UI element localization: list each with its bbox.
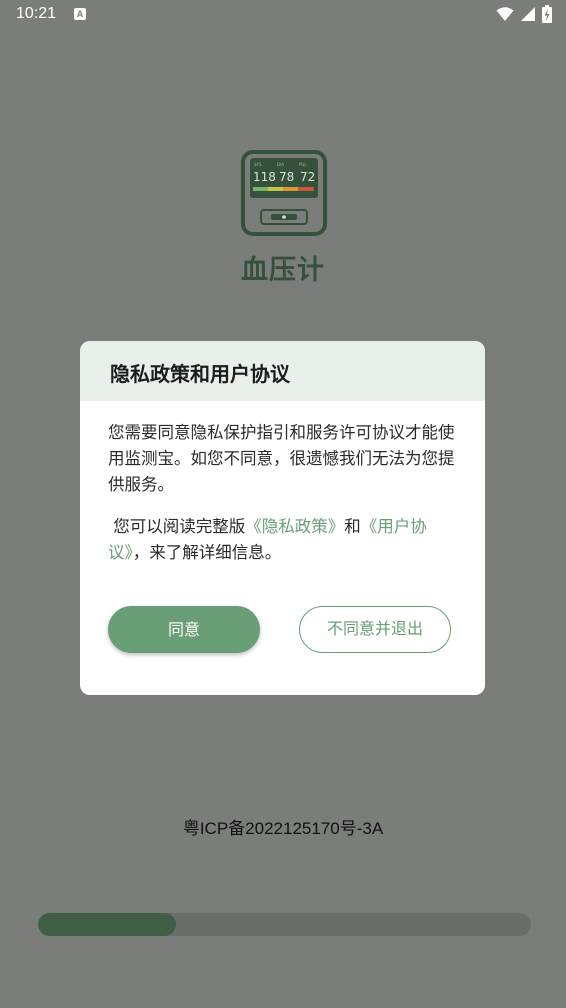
logo-reading-dia: 78 bbox=[279, 170, 294, 184]
icp-license: 粤ICP备2022125170号-3A bbox=[182, 819, 384, 838]
battery-charging-icon bbox=[542, 5, 552, 23]
dialog-message: 您需要同意隐私保护指引和服务许可协议才能使用监测宝。如您不同意，很遗憾我们无法为… bbox=[108, 423, 455, 494]
privacy-policy-link[interactable]: 《隐私政策》 bbox=[245, 517, 344, 536]
loading-progress-bar bbox=[38, 913, 531, 936]
blood-pressure-monitor-icon: SYS DIA PUL 118 78 72 bbox=[241, 150, 327, 236]
logo-label-pul: PUL bbox=[299, 162, 307, 167]
dialog-title: 隐私政策和用户协议 bbox=[110, 362, 290, 386]
a-icon: A bbox=[74, 8, 86, 20]
links-prefix: 您可以阅读完整版 bbox=[113, 517, 246, 536]
logo-reading-pul: 72 bbox=[300, 170, 315, 184]
links-suffix: ，来了解详细信息。 bbox=[132, 543, 282, 562]
status-time: 10:21 bbox=[16, 5, 57, 22]
progress-fill bbox=[38, 913, 177, 936]
app-name: 血压计 bbox=[241, 255, 325, 286]
status-bar: 10:21 A bbox=[0, 0, 566, 30]
logo-reading-sys: 118 bbox=[253, 170, 276, 184]
disagree-exit-button[interactable]: 不同意并退出 bbox=[299, 606, 451, 653]
links-and: 和 bbox=[344, 517, 361, 536]
wifi-icon bbox=[496, 7, 514, 21]
logo-label-dia: DIA bbox=[277, 162, 284, 167]
agree-button[interactable]: 同意 bbox=[108, 606, 260, 653]
signal-icon bbox=[521, 7, 535, 21]
dialog-body: 您需要同意隐私保护指引和服务许可协议才能使用监测宝。如您不同意，很遗憾我们无法为… bbox=[108, 420, 460, 566]
status-icons bbox=[496, 5, 552, 23]
privacy-dialog: 隐私政策和用户协议 您需要同意隐私保护指引和服务许可协议才能使用监测宝。如您不同… bbox=[80, 341, 485, 695]
logo-label-sys: SYS bbox=[254, 162, 262, 167]
dialog-links-paragraph: 您可以阅读完整版《隐私政策》和《用户协议》，来了解详细信息。 bbox=[108, 514, 460, 566]
